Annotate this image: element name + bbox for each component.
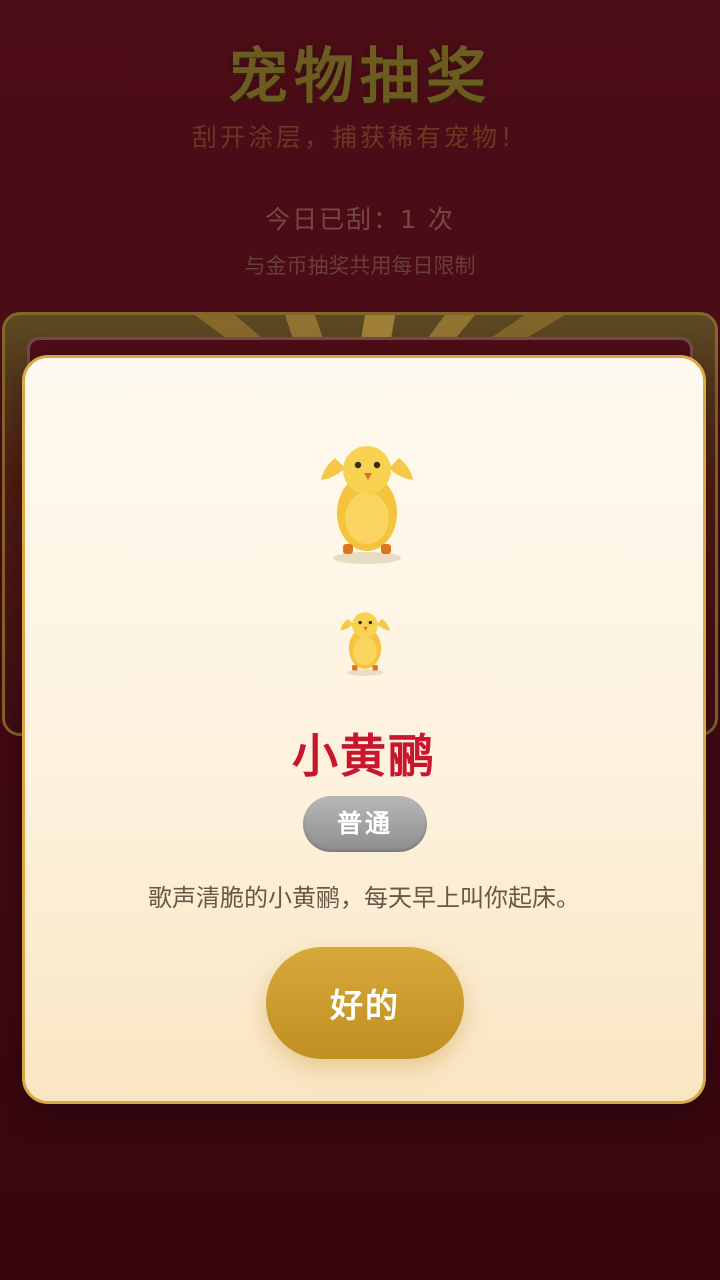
pet-name: 小黄鹂: [292, 729, 436, 783]
confirm-button[interactable]: 好的: [266, 947, 464, 1059]
rarity-badge: 普通: [303, 796, 427, 852]
yellow-oriole-icon: [321, 446, 413, 564]
result-modal: 小黄鹂 普通 歌声清脆的小黄鹂，每天早上叫你起床。 好的: [22, 355, 706, 1104]
yellow-oriole-small-icon: [340, 612, 390, 676]
pet-description: 歌声清脆的小黄鹂，每天早上叫你起床。: [148, 884, 580, 912]
